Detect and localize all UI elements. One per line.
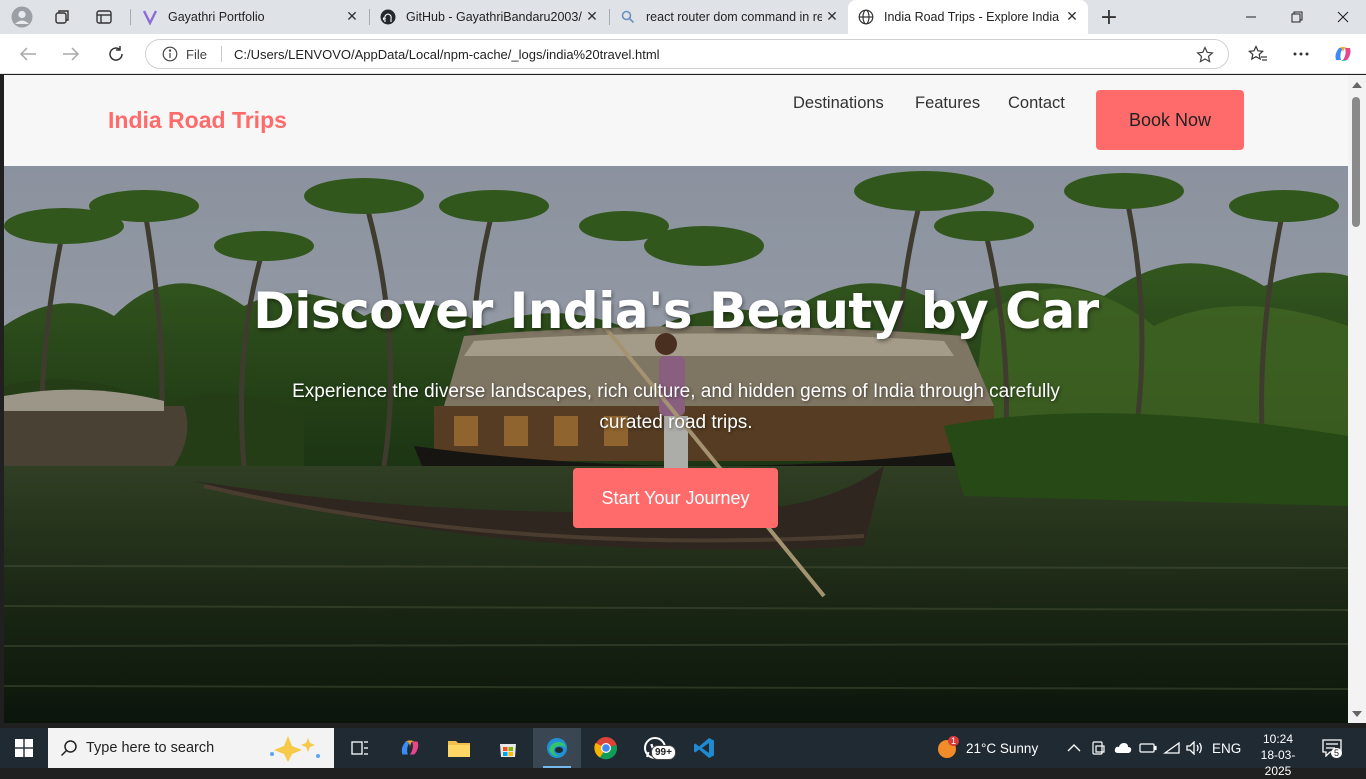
address-toolbar: File C:/Users/LENVOVO/AppData/Local/npm-… [0, 34, 1366, 74]
url-text[interactable]: C:/Users/LENVOVO/AppData/Local/npm-cache… [234, 47, 660, 62]
hero-subtitle: Experience the diverse landscapes, rich … [292, 381, 1060, 433]
book-now-button[interactable]: Book Now [1096, 90, 1244, 150]
tab-github[interactable]: GitHub - GayathriBandaru2003/Sh ✕ [370, 0, 608, 34]
show-hidden-icons-chevron-icon[interactable] [1067, 728, 1081, 768]
refresh-icon[interactable] [102, 42, 130, 66]
globe-icon [858, 9, 874, 25]
volume-icon[interactable] [1186, 728, 1204, 768]
scheme-label: File [186, 46, 207, 62]
tab-actions-icon[interactable] [92, 5, 116, 29]
favorite-star-icon[interactable] [1196, 46, 1214, 67]
profile-avatar-icon[interactable] [10, 5, 34, 29]
taskbar-search-box[interactable]: Type here to search [48, 728, 334, 768]
language-indicator[interactable]: ENG [1212, 728, 1241, 768]
clock-date: 18-03-2025 [1260, 748, 1296, 778]
workspaces-icon[interactable] [50, 5, 74, 29]
battery-icon[interactable] [1139, 728, 1157, 768]
windows-taskbar: Type here to search 99+ 1 21°C Sunny ENG… [0, 728, 1366, 778]
v-logo-icon [142, 9, 158, 25]
address-divider [220, 46, 222, 62]
weather-text: 21°C Sunny [966, 740, 1039, 756]
search-icon [620, 9, 636, 25]
file-explorer-icon[interactable] [435, 728, 483, 768]
favorites-icon[interactable] [1244, 42, 1272, 66]
clock-time: 10:24 [1262, 732, 1294, 746]
site-header: India Road Trips Destinations Features C… [4, 75, 1348, 166]
notification-count: 5 [1331, 748, 1343, 758]
page-scrollbar[interactable] [1348, 75, 1366, 723]
microsoft-store-icon[interactable] [484, 728, 532, 768]
close-tab-icon[interactable]: ✕ [822, 9, 842, 25]
github-icon [380, 9, 396, 25]
copilot-icon[interactable] [1329, 42, 1357, 66]
close-window-icon[interactable] [1320, 0, 1366, 34]
notification-center-icon[interactable]: 5 [1322, 728, 1343, 768]
new-tab-icon[interactable]: + [1097, 5, 1121, 30]
nav-features[interactable]: Features [915, 94, 980, 113]
copilot-app-icon[interactable] [386, 728, 434, 768]
tab-title: GitHub - GayathriBandaru2003/Sh [406, 10, 582, 24]
address-bar[interactable]: File C:/Users/LENVOVO/AppData/Local/npm-… [145, 39, 1229, 69]
windows-start-icon[interactable] [0, 728, 48, 768]
whatsapp-badge: 99+ [651, 745, 676, 760]
hero-section: Discover India's Beauty by Car Experienc… [4, 166, 1348, 723]
minimize-icon[interactable] [1228, 0, 1274, 34]
weather-widget[interactable]: 1 21°C Sunny [936, 728, 1038, 768]
more-options-icon[interactable] [1287, 42, 1315, 66]
scroll-down-arrow-icon[interactable] [1352, 711, 1362, 717]
tab-react-router-search[interactable]: react router dom command in rea ✕ [610, 0, 848, 34]
system-clock[interactable]: 10:24 18-03-2025 [1250, 731, 1306, 779]
tab-india-road-trips[interactable]: India Road Trips - Explore India by ✕ [848, 0, 1088, 34]
weather-badge: 1 [948, 736, 960, 746]
start-journey-button[interactable]: Start Your Journey [573, 468, 778, 528]
vscode-icon[interactable] [680, 728, 728, 768]
whatsapp-icon[interactable]: 99+ [631, 728, 679, 768]
scroll-thumb[interactable] [1352, 97, 1360, 227]
onedrive-cloud-icon[interactable] [1114, 728, 1132, 768]
close-tab-icon[interactable]: ✕ [1062, 9, 1082, 25]
chrome-icon[interactable] [582, 728, 630, 768]
meet-now-icon[interactable] [1091, 728, 1107, 768]
hero-overlay [4, 166, 1348, 723]
task-view-icon[interactable] [336, 728, 384, 768]
sparkle-icon [270, 736, 320, 762]
site-logo[interactable]: India Road Trips [108, 107, 287, 134]
page-viewport: Discover India's Beauty by Car Experienc… [4, 75, 1348, 723]
forward-arrow-icon[interactable] [57, 42, 85, 66]
restore-icon[interactable] [1274, 0, 1320, 34]
info-icon [162, 46, 178, 62]
tab-title: react router dom command in rea [646, 10, 822, 24]
site-info[interactable]: File [162, 46, 207, 62]
tab-separator [130, 9, 131, 25]
nav-contact[interactable]: Contact [1008, 94, 1065, 113]
close-tab-icon[interactable]: ✕ [582, 9, 602, 25]
close-tab-icon[interactable]: ✕ [342, 9, 362, 25]
tab-title: India Road Trips - Explore India by [884, 10, 1062, 24]
tab-title: Gayathri Portfolio [168, 10, 265, 24]
search-placeholder: Type here to search [86, 740, 215, 756]
edge-browser-icon[interactable] [533, 728, 581, 768]
tab-gayathri-portfolio[interactable]: Gayathri Portfolio ✕ [132, 0, 368, 34]
browser-tab-bar: Gayathri Portfolio ✕ GitHub - GayathriBa… [0, 0, 1366, 34]
search-icon [60, 740, 77, 757]
nav-destinations[interactable]: Destinations [793, 94, 884, 113]
hero-title: Discover India's Beauty by Car [253, 282, 1099, 340]
back-arrow-icon[interactable] [14, 42, 42, 66]
scroll-up-arrow-icon[interactable] [1352, 82, 1362, 88]
wifi-icon[interactable] [1163, 728, 1181, 768]
